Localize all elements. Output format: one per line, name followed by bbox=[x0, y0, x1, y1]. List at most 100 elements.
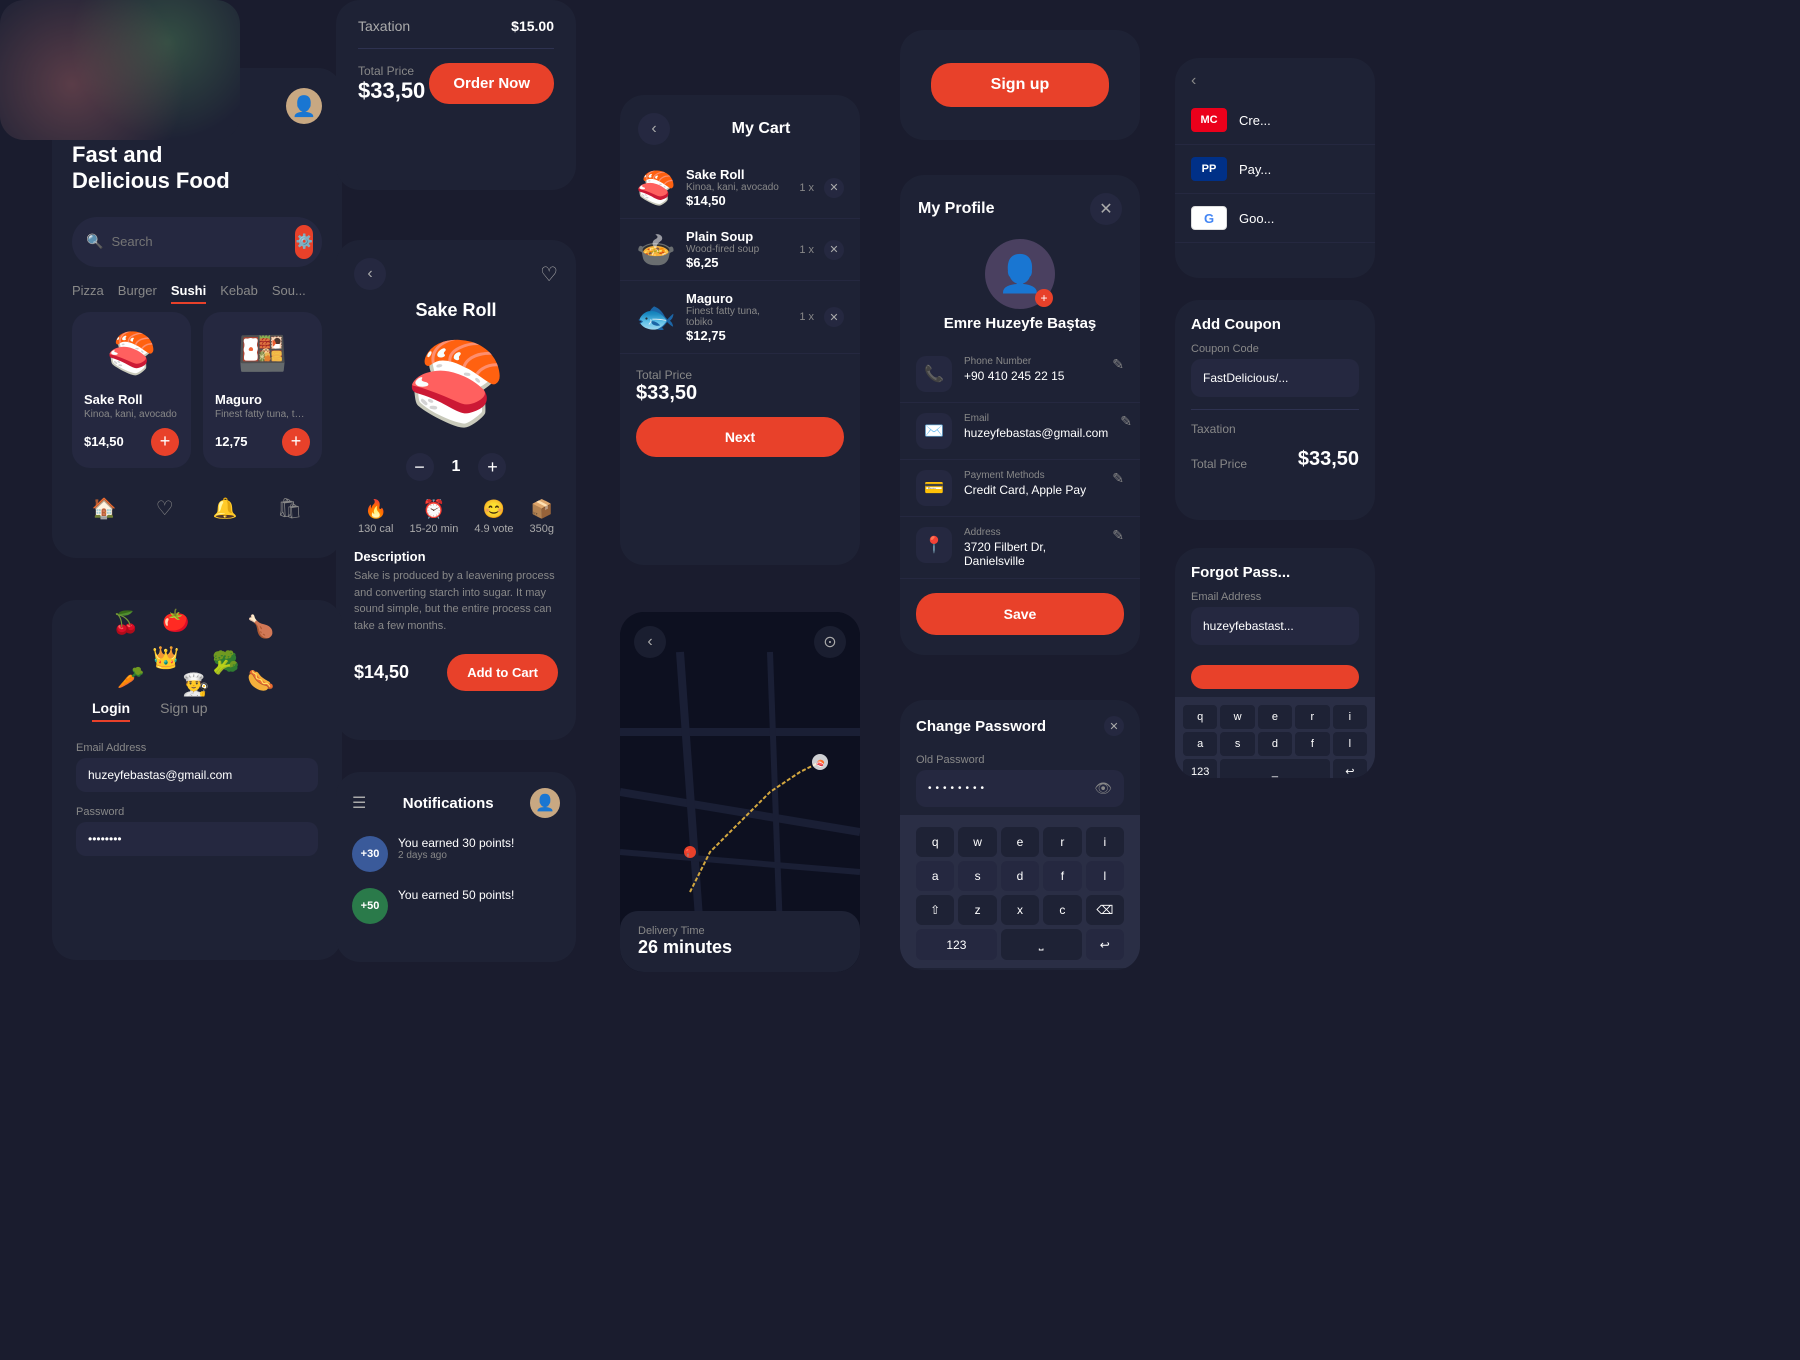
key-d[interactable]: d bbox=[1001, 861, 1039, 891]
key-space[interactable]: ⎵ bbox=[1001, 929, 1082, 960]
add-to-cart-button[interactable]: Add to Cart bbox=[447, 654, 558, 691]
cart-title: My Cart bbox=[680, 120, 842, 138]
sausage-icon: 🌭 bbox=[247, 668, 274, 694]
mastercard-info: Cre... bbox=[1239, 113, 1271, 128]
profile-close-button[interactable]: ✕ bbox=[1090, 193, 1122, 225]
map-back-button[interactable]: ‹ bbox=[634, 626, 666, 658]
increase-quantity-button[interactable]: + bbox=[478, 453, 506, 481]
remove-maguro-button[interactable]: ✕ bbox=[824, 307, 844, 327]
add-sake-roll-button[interactable]: + bbox=[151, 428, 179, 456]
email-input[interactable] bbox=[76, 758, 318, 792]
decrease-quantity-button[interactable]: − bbox=[406, 453, 434, 481]
fkey-space[interactable]: _ bbox=[1220, 759, 1329, 778]
fkey-i[interactable]: i bbox=[1333, 705, 1367, 729]
add-maguro-button[interactable]: + bbox=[282, 428, 310, 456]
sake-roll-bottom: $14,50 + bbox=[84, 428, 179, 456]
old-pw-input[interactable]: •••••••• 👁 bbox=[916, 770, 1124, 807]
edit-address-button[interactable]: ✎ bbox=[1112, 527, 1124, 544]
password-toggle-icon[interactable]: 👁 bbox=[1094, 780, 1112, 797]
key-123[interactable]: 123 bbox=[916, 929, 997, 960]
phone-value: +90 410 245 22 15 bbox=[964, 369, 1100, 383]
nav-bell-icon[interactable]: 🔔 bbox=[213, 496, 238, 521]
signup-card: Sign up bbox=[900, 30, 1140, 140]
category-soup[interactable]: Sou... bbox=[272, 283, 306, 304]
food-card-maguro[interactable]: 🍱 Maguro Finest fatty tuna, tobi... 12,7… bbox=[203, 312, 322, 468]
key-shift[interactable]: ⇧ bbox=[916, 895, 954, 925]
key-f[interactable]: f bbox=[1043, 861, 1081, 891]
key-c[interactable]: c bbox=[1043, 895, 1081, 925]
key-x[interactable]: x bbox=[1001, 895, 1039, 925]
fkey-a[interactable]: a bbox=[1183, 732, 1217, 756]
fkey-d[interactable]: d bbox=[1258, 732, 1292, 756]
key-q[interactable]: q bbox=[916, 827, 954, 857]
fkey-w[interactable]: w bbox=[1220, 705, 1254, 729]
save-profile-button[interactable]: Save bbox=[916, 593, 1124, 635]
divider bbox=[358, 48, 554, 49]
remove-plain-soup-button[interactable]: ✕ bbox=[824, 240, 844, 260]
fkey-e[interactable]: e bbox=[1258, 705, 1292, 729]
cart-back-button[interactable]: ‹ bbox=[638, 113, 670, 145]
notif-menu-icon[interactable]: ☰ bbox=[352, 793, 366, 813]
food-card-sake-roll[interactable]: 🍣 Sake Roll Kinoa, kani, avocado $14,50 … bbox=[72, 312, 191, 468]
fkey-f[interactable]: f bbox=[1295, 732, 1329, 756]
key-i[interactable]: i bbox=[1086, 827, 1124, 857]
filter-button[interactable]: ⚙️ bbox=[295, 225, 312, 259]
password-field-group: Password bbox=[52, 802, 342, 866]
fkey-s[interactable]: s bbox=[1220, 732, 1254, 756]
map-location-button[interactable]: ⊙ bbox=[814, 626, 846, 658]
forgot-pw-submit-button[interactable] bbox=[1191, 665, 1359, 689]
edit-email-button[interactable]: ✎ bbox=[1120, 413, 1132, 430]
edit-phone-button[interactable]: ✎ bbox=[1112, 356, 1124, 373]
forgot-email-input[interactable]: huzeyfebastast... bbox=[1191, 607, 1359, 645]
avatar[interactable]: 👤 bbox=[286, 88, 322, 124]
payment-mastercard[interactable]: MC Cre... bbox=[1175, 96, 1375, 145]
payment-paypal[interactable]: PP Pay... bbox=[1175, 145, 1375, 194]
key-return[interactable]: ↩ bbox=[1086, 929, 1124, 960]
payment-google[interactable]: G Goo... bbox=[1175, 194, 1375, 243]
email-value: huzeyfebastas@gmail.com bbox=[964, 426, 1108, 440]
nav-home-icon[interactable]: 🏠 bbox=[92, 496, 117, 521]
key-s[interactable]: s bbox=[958, 861, 996, 891]
signup-button[interactable]: Sign up bbox=[931, 63, 1110, 107]
remove-sake-roll-button[interactable]: ✕ bbox=[824, 178, 844, 198]
category-kebab[interactable]: Kebab bbox=[220, 283, 258, 304]
key-z[interactable]: z bbox=[958, 895, 996, 925]
taxation-value: $15.00 bbox=[511, 18, 554, 34]
quantity-value: 1 bbox=[452, 458, 461, 476]
key-l[interactable]: l bbox=[1086, 861, 1124, 891]
search-input[interactable] bbox=[111, 234, 287, 249]
fkey-123[interactable]: 123 bbox=[1183, 759, 1217, 778]
carrot-icon: 🥕 bbox=[117, 665, 144, 691]
edit-avatar-button[interactable]: + bbox=[1035, 289, 1053, 307]
edit-payment-button[interactable]: ✎ bbox=[1112, 470, 1124, 487]
category-pizza[interactable]: Pizza bbox=[72, 283, 104, 304]
fkey-return[interactable]: ↩ bbox=[1333, 759, 1367, 778]
key-a[interactable]: a bbox=[916, 861, 954, 891]
key-r[interactable]: r bbox=[1043, 827, 1081, 857]
password-input[interactable] bbox=[76, 822, 318, 856]
order-now-button[interactable]: Order Now bbox=[429, 63, 554, 104]
key-e[interactable]: e bbox=[1001, 827, 1039, 857]
login-tab[interactable]: Login bbox=[92, 700, 130, 722]
nav-bag-icon[interactable]: 🛍 bbox=[277, 496, 302, 521]
plain-soup-cart-price: $6,25 bbox=[686, 255, 789, 270]
payment-back-button[interactable]: ‹ bbox=[1175, 58, 1212, 96]
key-backspace[interactable]: ⌫ bbox=[1086, 895, 1124, 925]
favorite-button[interactable]: ♡ bbox=[540, 262, 558, 287]
fkey-l[interactable]: l bbox=[1333, 732, 1367, 756]
fkey-q[interactable]: q bbox=[1183, 705, 1217, 729]
fkey-r[interactable]: r bbox=[1295, 705, 1329, 729]
signup-tab[interactable]: Sign up bbox=[160, 700, 207, 722]
change-pw-close-button[interactable]: ✕ bbox=[1104, 716, 1124, 736]
category-burger[interactable]: Burger bbox=[118, 283, 157, 304]
key-w[interactable]: w bbox=[958, 827, 996, 857]
notif-text-50: You earned 50 points! bbox=[398, 888, 514, 902]
back-button[interactable]: ‹ bbox=[354, 258, 386, 290]
category-sushi[interactable]: Sushi bbox=[171, 283, 206, 304]
coupon-code-input[interactable]: FastDelicious/... bbox=[1191, 359, 1359, 397]
add-coupon-card: Add Coupon Coupon Code FastDelicious/...… bbox=[1175, 300, 1375, 520]
profile-title: My Profile bbox=[918, 200, 994, 218]
nav-heart-icon[interactable]: ♡ bbox=[156, 496, 174, 521]
sake-roll-price: $14,50 bbox=[84, 434, 124, 449]
next-button[interactable]: Next bbox=[636, 417, 844, 457]
